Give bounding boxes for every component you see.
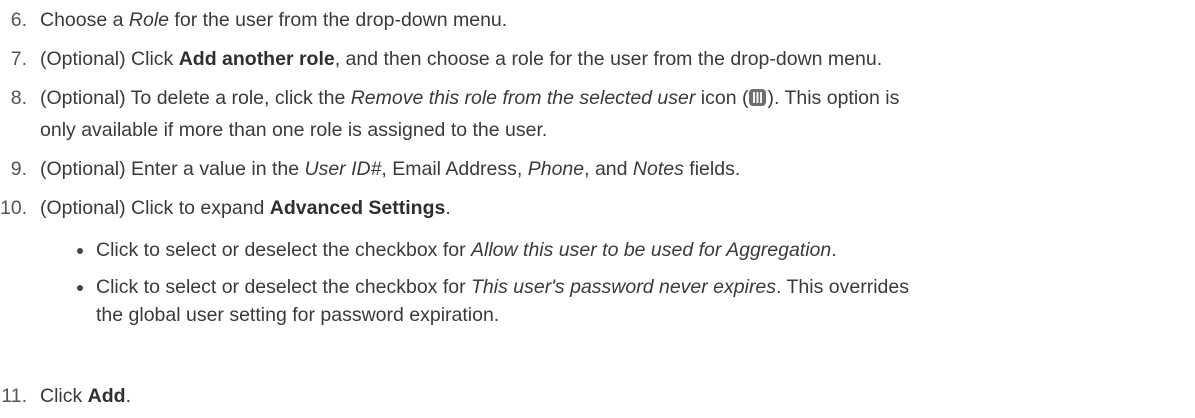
advanced-settings-label: Advanced Settings — [269, 197, 446, 219]
step-number: 7. — [10, 48, 27, 70]
bullet-text-line2: the global user setting for password exp… — [96, 304, 500, 326]
step-number: 10. — [0, 197, 28, 219]
step-text: (Optional) Click Add another role, and t… — [40, 48, 883, 70]
user-id-field-name: User ID# — [304, 158, 382, 180]
bullet-dot — [77, 285, 83, 291]
notes-field-name: Notes — [632, 158, 684, 180]
add-another-role-label: Add another role — [178, 48, 335, 70]
step-number: 8. — [10, 87, 27, 109]
role-field-name: Role — [128, 9, 170, 31]
bullet-dot — [77, 248, 83, 254]
bullet-text: Click to select or deselect the checkbox… — [96, 239, 837, 261]
step-number: 9. — [10, 158, 27, 180]
add-button-label: Add — [87, 385, 126, 407]
step-text: (Optional) To delete a role, click the R… — [40, 87, 900, 109]
password-option-name: This user's password never expires — [471, 276, 777, 298]
step-text-line2: only available if more than one role is … — [40, 119, 548, 141]
step-text: (Optional) Click to expand Advanced Sett… — [40, 197, 451, 219]
remove-role-icon-name: Remove this role from the selected user — [350, 87, 696, 109]
phone-field-name: Phone — [527, 158, 585, 180]
step-number: 11. — [1, 385, 27, 407]
aggregation-option-name: Allow this user to be used for Aggregati… — [471, 239, 832, 261]
step-text: Click Add. — [40, 385, 131, 407]
step-text: (Optional) Enter a value in the User ID#… — [40, 158, 741, 180]
trash-icon — [749, 89, 767, 106]
bullet-text: Click to select or deselect the checkbox… — [96, 276, 909, 298]
step-text: Choose a Role for the user from the drop… — [40, 9, 508, 31]
step-number: 6. — [10, 9, 27, 31]
